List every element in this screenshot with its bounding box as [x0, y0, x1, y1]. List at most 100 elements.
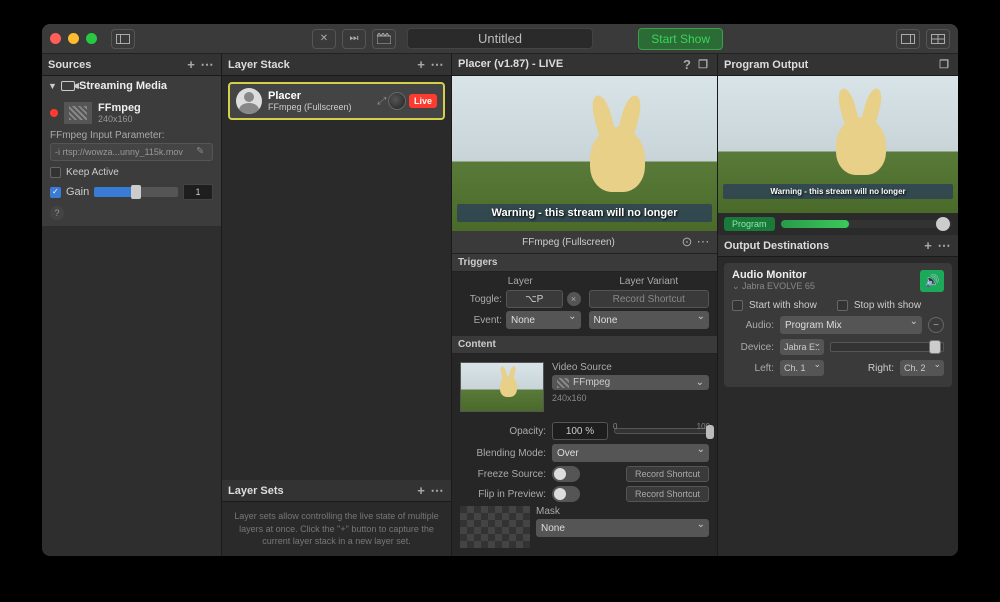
- audio-meter[interactable]: [781, 220, 952, 228]
- freeze-record-shortcut-button[interactable]: Record Shortcut: [626, 466, 709, 482]
- variant-shortcut-field[interactable]: Record Shortcut: [589, 290, 710, 308]
- stop-with-show-checkbox[interactable]: [837, 300, 848, 311]
- opacity-label: Opacity:: [460, 426, 546, 437]
- flip-label: Flip in Preview:: [460, 489, 546, 500]
- stripe-icon: [557, 378, 569, 388]
- mask-label: Mask: [536, 506, 709, 517]
- audio-monitor-card: Audio Monitor ⌄ Jabra EVOLVE 65 🔊 Start …: [724, 263, 952, 387]
- minimize-window-button[interactable]: [68, 33, 79, 44]
- layer-stack-more-button[interactable]: ⋯: [429, 57, 445, 73]
- toggle-label: Toggle:: [460, 294, 502, 305]
- triggers-header: Triggers: [452, 254, 717, 272]
- audio-src-dropdown[interactable]: Program Mix: [780, 316, 922, 334]
- skip-icon: ⏭: [350, 33, 359, 44]
- add-destination-button[interactable]: +: [920, 238, 936, 254]
- content-header: Content: [452, 336, 717, 354]
- freeze-toggle[interactable]: [552, 466, 580, 482]
- gain-label: Gain: [66, 186, 89, 198]
- source-group-label: Streaming Media: [79, 80, 167, 92]
- document-title[interactable]: Untitled: [407, 28, 593, 49]
- speaker-icon: 🔊: [925, 274, 940, 288]
- keep-active-checkbox[interactable]: [50, 167, 61, 178]
- zoom-window-button[interactable]: [86, 33, 97, 44]
- layer-bar-more-button[interactable]: ⋯: [695, 234, 711, 250]
- clapboard-button[interactable]: [372, 29, 396, 49]
- remove-audio-button[interactable]: −: [928, 317, 944, 333]
- live-badge[interactable]: Live: [409, 94, 437, 108]
- layer-name: Placer: [268, 90, 352, 102]
- placer-popout-button[interactable]: ❐: [695, 56, 711, 72]
- start-with-show-checkbox[interactable]: [732, 300, 743, 311]
- skip-button[interactable]: ⏭: [342, 29, 366, 49]
- video-source-dropdown[interactable]: FFmpeg ⌄: [552, 375, 709, 390]
- layout-1-button[interactable]: [896, 29, 920, 49]
- source-name: FFmpeg: [98, 102, 141, 114]
- flip-record-shortcut-button[interactable]: Record Shortcut: [626, 486, 709, 502]
- toggle-shortcut-field[interactable]: ⌥P: [506, 290, 563, 308]
- layout-2-button[interactable]: [926, 29, 950, 49]
- cut-button[interactable]: ✕: [312, 29, 336, 49]
- layer-sets-help: Layer sets allow controlling the live st…: [222, 502, 451, 556]
- destinations-more-button[interactable]: ⋯: [936, 238, 952, 254]
- audio-monitor-title: Audio Monitor: [732, 269, 815, 281]
- avatar-icon: [236, 88, 262, 114]
- start-with-show-label: Start with show: [749, 300, 817, 311]
- program-output-preview[interactable]: Warning - this stream will no longer: [718, 76, 958, 213]
- source-group-header[interactable]: ▼ Streaming Media: [42, 76, 221, 96]
- close-window-button[interactable]: [50, 33, 61, 44]
- triggers-title: Triggers: [458, 257, 497, 268]
- flip-toggle[interactable]: [552, 486, 580, 502]
- clear-shortcut-button[interactable]: ×: [567, 292, 581, 306]
- device-dropdown[interactable]: Jabra E..: [780, 339, 824, 355]
- layer-card[interactable]: Placer FFmpeg (Fullscreen) ⤢ Live: [228, 82, 445, 120]
- left-ch-label: Left:: [732, 363, 774, 374]
- layer-stack-title: Layer Stack: [228, 59, 290, 71]
- blend-dropdown[interactable]: Over: [552, 444, 709, 462]
- event-dropdown[interactable]: None: [506, 311, 581, 329]
- layer-sets-more-button[interactable]: ⋯: [429, 483, 445, 499]
- sources-more-button[interactable]: ⋯: [199, 57, 215, 73]
- param-label: FFmpeg Input Parameter:: [50, 130, 213, 141]
- active-layer-name: FFmpeg (Fullscreen): [522, 237, 615, 248]
- output-popout-button[interactable]: ❐: [936, 57, 952, 73]
- opacity-slider[interactable]: 0 100: [614, 428, 709, 434]
- add-layer-button[interactable]: +: [413, 57, 429, 73]
- add-source-button[interactable]: +: [183, 57, 199, 73]
- volume-knob[interactable]: [388, 92, 406, 110]
- start-show-button[interactable]: Start Show: [638, 28, 723, 50]
- layer-name-bar: FFmpeg (Fullscreen) ⊙ ⋯: [452, 231, 717, 254]
- add-layer-set-button[interactable]: +: [413, 483, 429, 499]
- sidebar-icon: [116, 34, 130, 44]
- snapshot-button[interactable]: ⊙: [679, 234, 695, 250]
- layer-sub: FFmpeg (Fullscreen): [268, 102, 352, 112]
- ffmpeg-param-input[interactable]: [55, 147, 196, 157]
- speaker-button[interactable]: 🔊: [920, 270, 944, 292]
- audio-src-label: Audio:: [732, 320, 774, 331]
- gain-slider[interactable]: [94, 187, 178, 197]
- variant-event-dropdown[interactable]: None: [589, 311, 710, 329]
- device-volume-slider[interactable]: [830, 342, 944, 352]
- window-controls: [50, 33, 97, 44]
- output-warning: Warning - this stream will no longer: [723, 184, 953, 199]
- content-thumbnail[interactable]: [460, 362, 544, 412]
- opacity-value[interactable]: 100 %: [552, 422, 608, 440]
- layer-stack-panel: Layer Stack + ⋯ Placer FFmpeg (Fullscree…: [222, 54, 452, 556]
- right-ch-label: Right:: [868, 363, 894, 374]
- source-thumbnail: [64, 102, 92, 124]
- edit-icon[interactable]: ✎: [196, 146, 208, 158]
- program-chip[interactable]: Program: [724, 217, 775, 231]
- left-ch-dropdown[interactable]: Ch. 1: [780, 360, 824, 376]
- gain-checkbox[interactable]: [50, 187, 61, 198]
- right-ch-dropdown[interactable]: Ch. 2: [900, 360, 944, 376]
- gain-value[interactable]: 1: [183, 184, 213, 200]
- placer-preview[interactable]: Warning - this stream will no longer: [452, 76, 717, 231]
- source-item[interactable]: FFmpeg 240x160 FFmpeg Input Parameter: ✎…: [42, 96, 221, 226]
- help-button[interactable]: ?: [50, 206, 64, 220]
- layout-icon: [901, 34, 915, 44]
- sidebar-toggle-button[interactable]: [111, 29, 135, 49]
- mask-dropdown[interactable]: None: [536, 519, 709, 537]
- titlebar: ✕ ⏭ Untitled Start Show: [42, 24, 958, 54]
- source-group: ▼ Streaming Media FFmpeg 240x160 FFmpeg …: [42, 76, 221, 226]
- placer-help-button[interactable]: ?: [679, 56, 695, 72]
- destinations-title: Output Destinations: [724, 240, 829, 252]
